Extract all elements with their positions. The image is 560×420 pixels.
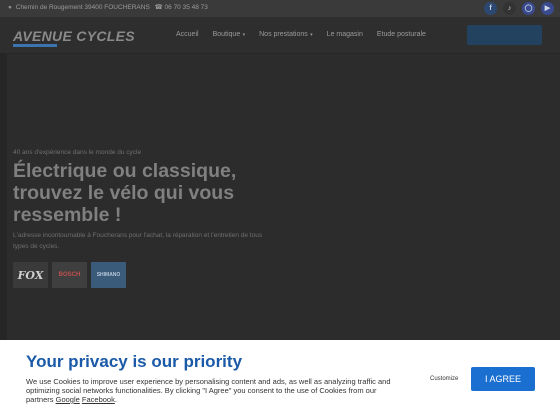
bosch-logo: BOSCH bbox=[52, 262, 87, 288]
phone-icon: ☎ bbox=[154, 4, 163, 11]
customize-button[interactable]: Customize bbox=[430, 376, 458, 382]
nav-item-label: Nos prestations bbox=[259, 31, 308, 38]
social-links: f ♪ ◯ ▶ bbox=[484, 2, 554, 15]
logo-underline bbox=[13, 44, 57, 47]
hero-eyebrow: 40 ans d'expérience dans le monde du cyc… bbox=[13, 149, 142, 156]
cookie-banner: Your privacy is our priority We use Cook… bbox=[0, 340, 560, 420]
nav-item-label: Boutique bbox=[212, 31, 241, 38]
nav-item-boutique[interactable]: Boutique ▾ bbox=[213, 31, 246, 38]
cookie-text: We use Cookies to improve user experienc… bbox=[26, 377, 406, 404]
tiktok-icon[interactable]: ♪ bbox=[503, 2, 516, 15]
shimano-logo: SHIMANO bbox=[91, 262, 126, 288]
cookie-text-body: We use Cookies to improve user experienc… bbox=[26, 377, 391, 404]
nav-item-prestations[interactable]: Nos prestations ▾ bbox=[259, 31, 313, 38]
nav-menu: Accueil Boutique ▾ Nos prestations ▾ Le … bbox=[176, 31, 440, 38]
contact-info: ● Chemin de Rougement 39400 FOUCHERANS ☎… bbox=[8, 3, 208, 11]
cookie-title: Your privacy is our priority bbox=[26, 352, 243, 371]
google-link[interactable]: Google bbox=[56, 395, 80, 404]
location-pin-icon: ● bbox=[8, 4, 12, 11]
logo-text: AVENUE CYCLES bbox=[13, 28, 135, 44]
nav-item-magasin[interactable]: Le magasin bbox=[327, 31, 363, 38]
nav-item-etude-posturale[interactable]: Etude posturale bbox=[377, 31, 426, 38]
phone-text[interactable]: 06 70 35 48 73 bbox=[165, 4, 208, 11]
facebook-link[interactable]: Facebook bbox=[82, 395, 115, 404]
nav-item-accueil[interactable]: Accueil bbox=[176, 31, 199, 38]
hero-headline: Électrique ou classique, trouvez le vélo… bbox=[13, 160, 237, 226]
youtube-icon[interactable]: ▶ bbox=[541, 2, 554, 15]
agree-button[interactable]: I AGREE bbox=[471, 367, 535, 391]
nav-cta-button[interactable] bbox=[467, 25, 542, 45]
cookie-text-end: . bbox=[114, 395, 117, 404]
hero-section: 40 ans d'expérience dans le monde du cyc… bbox=[0, 54, 560, 340]
facebook-icon[interactable]: f bbox=[484, 2, 497, 15]
chevron-down-icon: ▾ bbox=[241, 32, 246, 38]
main-navbar: AVENUE CYCLES Accueil Boutique ▾ Nos pre… bbox=[0, 17, 560, 54]
chevron-down-icon: ▾ bbox=[308, 32, 313, 38]
fox-logo: FOX bbox=[13, 262, 48, 288]
instagram-icon[interactable]: ◯ bbox=[522, 2, 535, 15]
site-logo[interactable]: AVENUE CYCLES bbox=[13, 28, 135, 47]
brand-logos: FOX BOSCH SHIMANO bbox=[13, 262, 126, 288]
top-info-bar: ● Chemin de Rougement 39400 FOUCHERANS ☎… bbox=[0, 0, 560, 17]
hero-left-edge bbox=[0, 54, 7, 340]
hero-description: L'adresse incontournable à Foucherans po… bbox=[13, 232, 263, 250]
address-text: Chemin de Rougement 39400 FOUCHERANS bbox=[15, 4, 150, 11]
